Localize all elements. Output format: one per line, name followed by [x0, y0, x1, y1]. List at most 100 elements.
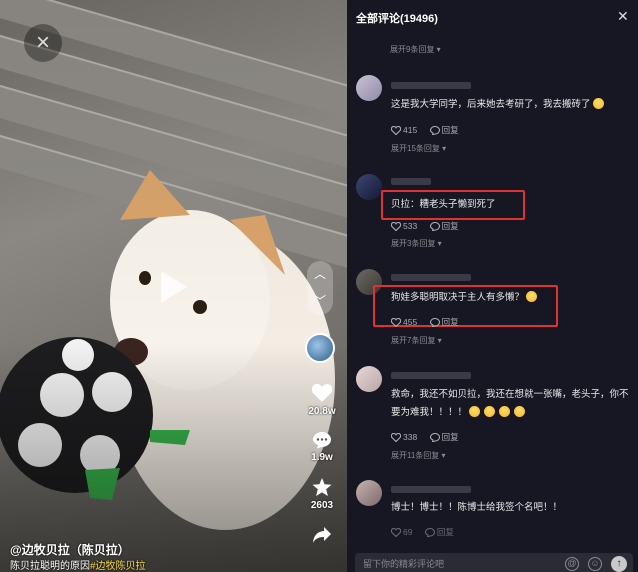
comment-actions: 338 回复 — [391, 431, 459, 443]
comments-title: 全部评论(19496) — [356, 13, 438, 25]
heart-outline-icon — [391, 126, 401, 136]
comment-text: 救命，我还不如贝拉，我还在想就一张嘴，老头子，你不要为难我！！！！ — [391, 386, 631, 422]
emoji-icon — [592, 98, 604, 109]
comment-input-bar: @ ☺ ↑ — [355, 553, 633, 572]
reply-label: 回复 — [441, 125, 459, 135]
commenter-avatar[interactable] — [356, 480, 382, 506]
heart-outline-icon — [391, 222, 401, 232]
chevron-up-icon[interactable]: ︿ — [307, 261, 333, 288]
reply-label: 回复 — [436, 527, 454, 537]
expand-replies-link[interactable]: 展开9条回复 ▾ — [390, 44, 441, 55]
comment-like-button[interactable]: 533 — [391, 221, 418, 232]
comment-button[interactable]: 1.9w — [302, 431, 342, 463]
comment-text: 博士！博士！！陈博士给我签个名吧！！ — [391, 499, 631, 517]
reply-label: 回复 — [441, 432, 459, 442]
comment-like-count: 69 — [403, 527, 413, 537]
comment-icon — [313, 432, 331, 449]
comment-actions: 455 回复 — [391, 316, 459, 328]
comment-like-count: 338 — [403, 432, 418, 442]
commenter-avatar[interactable] — [356, 366, 382, 392]
comment-outline-icon — [429, 318, 440, 328]
expand-replies-link[interactable]: 展开11条回复 ▾ — [391, 450, 446, 461]
emoji-icon — [514, 406, 526, 417]
emoji-icon — [499, 406, 511, 417]
comment-body: 这是我大学同学，后来她去考研了，我去搬砖了 — [391, 99, 591, 110]
emoji-icon — [469, 406, 481, 417]
close-icon: ✕ — [617, 8, 629, 24]
emoji-icon[interactable]: ☺ — [588, 557, 602, 571]
caption-text: 陈贝拉聪明的原因 — [10, 561, 90, 572]
like-count: 20.8w — [308, 406, 336, 417]
comment-reply-button[interactable]: 回复 — [424, 527, 454, 538]
comment-text: 贝拉：糟老头子懒到死了 — [391, 196, 631, 214]
heart-outline-icon — [391, 433, 401, 443]
heart-icon — [311, 383, 333, 402]
comment-body: 救命，我还不如贝拉，我还在想就一张嘴，老头子，你不要为难我！！！！ — [391, 389, 629, 418]
like-button[interactable]: 20.8w — [302, 383, 342, 417]
hashtag-link[interactable]: #边牧陈贝拉 — [90, 561, 146, 572]
comment-reply-button[interactable]: 回复 — [429, 221, 459, 232]
close-video-button[interactable]: × — [24, 24, 62, 62]
play-icon[interactable] — [149, 265, 193, 309]
expand-replies-label: 展开11条回复 — [391, 451, 440, 460]
comment-count: 1.9w — [311, 452, 333, 463]
chevron-down-icon[interactable]: ﹀ — [307, 288, 333, 315]
video-player[interactable]: × ︿ ﹀ 20.8w 1.9w 2603 @边牧贝拉（陈贝拉） 陈贝拉聪明的原… — [0, 0, 347, 572]
reply-label: 回复 — [441, 221, 459, 231]
expand-replies-label: 展开3条回复 — [391, 239, 436, 248]
emoji-icon — [484, 406, 496, 417]
expand-replies-link[interactable]: 展开7条回复 ▾ — [391, 335, 442, 346]
heart-outline-icon — [391, 528, 401, 538]
comment-like-button[interactable]: 338 — [391, 432, 418, 443]
reply-label: 回复 — [441, 317, 459, 327]
commenter-name-blurred — [391, 274, 471, 281]
favorite-count: 2603 — [310, 500, 334, 511]
commenter-avatar[interactable] — [356, 75, 382, 101]
close-comments-button[interactable]: ✕ — [617, 8, 629, 25]
star-icon — [312, 478, 332, 496]
comment-like-count: 415 — [403, 125, 418, 135]
commenter-name-blurred — [391, 82, 471, 89]
send-icon[interactable]: ↑ — [611, 556, 627, 572]
commenter-avatar[interactable] — [356, 174, 382, 200]
comment-body: 贝拉：糟老头子懒到死了 — [391, 199, 496, 210]
comment-reply-button[interactable]: 回复 — [429, 317, 459, 328]
commenter-name-blurred — [391, 178, 431, 185]
comment-reply-button[interactable]: 回复 — [429, 432, 459, 443]
comment-text: 这是我大学同学，后来她去考研了，我去搬砖了 — [391, 96, 631, 114]
commenter-name-blurred — [391, 486, 471, 493]
favorite-button[interactable]: 2603 — [302, 478, 342, 511]
comment-outline-icon — [429, 222, 440, 232]
video-author[interactable]: @边牧贝拉（陈贝拉） — [10, 541, 130, 558]
comment-text: 狗娃多聪明取决于主人有多懒？ — [391, 289, 631, 307]
commenter-name-blurred — [391, 372, 471, 379]
expand-replies-label: 展开15条回复 — [391, 144, 440, 153]
comment-actions: 533 回复 — [391, 220, 459, 232]
comment-input[interactable] — [363, 559, 543, 569]
comment-like-button[interactable]: 455 — [391, 317, 418, 328]
share-button[interactable] — [302, 526, 342, 544]
comment-like-button[interactable]: 69 — [391, 527, 413, 538]
expand-replies-link[interactable]: 展开15条回复 ▾ — [391, 143, 446, 154]
expand-replies-label: 展开7条回复 — [391, 336, 436, 345]
expand-replies-label: 展开9条回复 — [390, 45, 435, 54]
comment-like-button[interactable]: 415 — [391, 125, 418, 136]
comment-body: 博士！博士！！陈博士给我签个名吧！！ — [391, 502, 563, 513]
expand-replies-link[interactable]: 展开3条回复 ▾ — [391, 238, 442, 249]
comment-outline-icon — [424, 528, 435, 538]
comment-actions: 69 回复 — [391, 526, 454, 538]
comment-reply-button[interactable]: 回复 — [429, 125, 459, 136]
comment-outline-icon — [429, 433, 440, 443]
heart-outline-icon — [391, 318, 401, 328]
share-icon — [313, 527, 331, 543]
comment-body: 狗娃多聪明取决于主人有多懒？ — [391, 292, 525, 303]
video-caption: 陈贝拉聪明的原因#边牧陈贝拉 — [10, 557, 146, 572]
comments-panel: 全部评论(19496) ✕ 展开9条回复 ▾ 这是我大学同学，后来她去考研了，我… — [347, 0, 638, 572]
author-avatar[interactable] — [305, 333, 335, 363]
at-icon[interactable]: @ — [565, 557, 579, 571]
comment-like-count: 533 — [403, 221, 418, 231]
video-nav-arrows: ︿ ﹀ — [307, 261, 333, 315]
comment-like-count: 455 — [403, 317, 418, 327]
emoji-icon — [526, 291, 538, 302]
close-icon: × — [35, 29, 50, 56]
